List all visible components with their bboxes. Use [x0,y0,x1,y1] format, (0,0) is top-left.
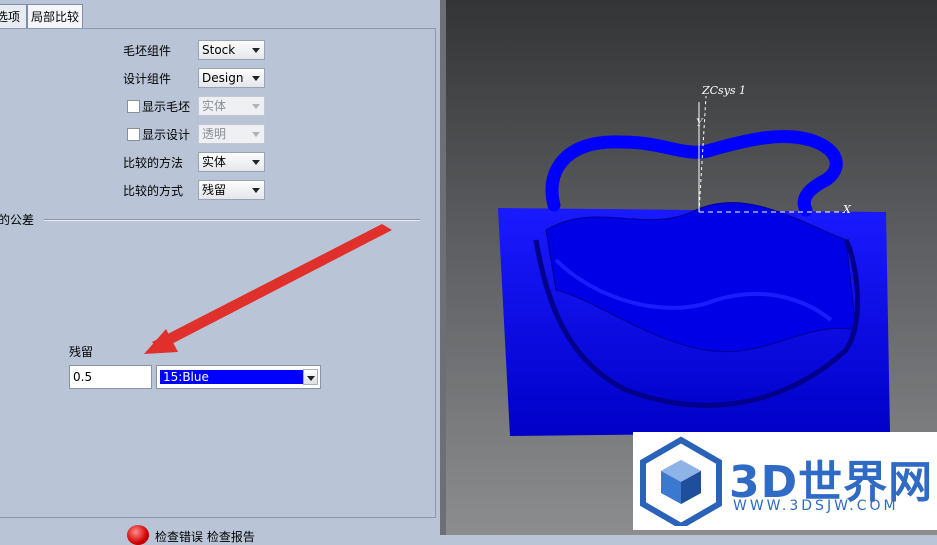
watermark: 3D世界网 WWW.3DSJW.COM [633,432,937,530]
3dsjw-logo-icon [640,436,722,526]
watermark-url: WWW.3DSJW.COM [733,498,899,514]
graphics-viewport[interactable]: ZCsys 1 Y X 3D世界网 WWW.3DSJW.COM [446,0,937,535]
compare-panel: 选项 局部比较 毛坯组件 Stock 设计组件 Design 显示毛坯 实体 显… [0,0,441,545]
bottom-actions-label: 检查错误 检查报告 [155,530,255,544]
csys-label: ZCsys 1 [701,84,746,97]
handle-surface [545,130,843,217]
y-axis-label: Y [696,118,704,129]
annotation-arrow [144,224,392,354]
check-error-icon[interactable] [127,525,149,545]
x-axis-label: X [842,203,852,216]
